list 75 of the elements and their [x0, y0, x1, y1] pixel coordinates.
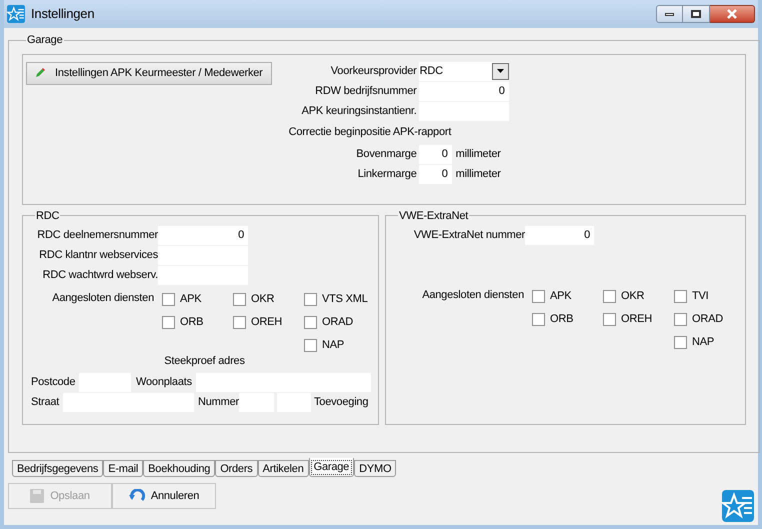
checkbox-label: OREH	[251, 315, 282, 330]
tab[interactable]: Orders	[215, 460, 258, 477]
checkbox[interactable]	[603, 313, 616, 326]
tab[interactable]: E-mail	[103, 460, 144, 477]
field-label: VWE-ExtraNet nummer	[412, 228, 525, 244]
checkbox[interactable]	[532, 290, 545, 303]
input-field[interactable]: 0	[418, 82, 509, 100]
tab[interactable]: Garage	[308, 458, 354, 477]
group-title: VWE-ExtraNet	[398, 208, 470, 224]
field-label: APK keuringsinstantienr.	[300, 104, 417, 119]
checkbox[interactable]	[162, 316, 175, 329]
checkbox-label: ORAD	[322, 315, 353, 330]
field-label: Toevoeging	[314, 394, 368, 410]
field-label: Nummer	[198, 394, 239, 410]
input-field[interactable]: 0	[158, 226, 248, 245]
checkbox-label: ORAD	[692, 312, 723, 328]
checkbox[interactable]	[674, 313, 687, 326]
section-heading: Correctie beginpositie APK-rapport	[288, 125, 452, 140]
input-field[interactable]: 0	[418, 164, 452, 184]
unit-label: millimeter	[456, 146, 501, 162]
checkbox[interactable]	[233, 316, 246, 329]
field-label: RDC deelnemersnummer	[36, 228, 158, 244]
field-label: Linkermarge	[356, 166, 417, 182]
section-heading: Steekproef adres	[163, 354, 246, 369]
services-label: Aangesloten diensten	[51, 291, 155, 306]
field-label: Straat	[31, 394, 60, 410]
field-label: Postcode	[31, 374, 76, 390]
field-label: Voorkeursprovider	[330, 64, 417, 79]
checkbox[interactable]	[532, 313, 545, 326]
pencil-icon	[35, 68, 45, 78]
checkbox-label: NAP	[692, 335, 714, 350]
cancel-button[interactable]: Annuleren	[112, 483, 216, 509]
checkbox[interactable]	[162, 293, 175, 306]
checkbox[interactable]	[603, 290, 616, 303]
undo-arrow-icon	[128, 489, 145, 503]
field-label: RDW bedrijfsnummer	[314, 84, 417, 99]
tab[interactable]: Boekhouding	[143, 460, 216, 477]
checkbox-label: VTS XML	[322, 292, 368, 308]
checkbox[interactable]	[674, 336, 687, 349]
checkbox-label: OREH	[621, 312, 652, 328]
checkbox-label: ORB	[550, 312, 574, 328]
close-button[interactable]	[710, 5, 755, 23]
checkbox[interactable]	[304, 316, 317, 329]
window-title: Instellingen	[31, 5, 94, 24]
apk-settings-button[interactable]: Instellingen APK Keurmeester / Medewerker	[26, 62, 272, 84]
star-logo-icon	[722, 490, 754, 522]
checkbox-label: OKR	[621, 289, 644, 304]
input-field[interactable]: 0	[418, 144, 452, 164]
field-label: Bovenmarge	[355, 146, 417, 162]
checkbox-label: ORB	[180, 315, 204, 330]
close-icon	[726, 9, 738, 19]
checkbox-label: NAP	[322, 338, 344, 354]
checkbox-label: OKR	[251, 292, 274, 308]
services-label: Aangesloten diensten	[421, 288, 525, 303]
input-field[interactable]: 0	[525, 226, 594, 245]
maximize-button[interactable]	[683, 5, 710, 23]
checkbox[interactable]	[304, 339, 317, 352]
checkbox[interactable]	[304, 293, 317, 306]
checkbox-label: TVI	[692, 289, 709, 304]
minimize-button[interactable]	[656, 5, 683, 23]
checkbox[interactable]	[233, 293, 246, 306]
checkbox-label: APK	[180, 292, 202, 308]
field-label: RDC klantnr webservices	[38, 248, 158, 264]
tab[interactable]: DYMO	[354, 460, 396, 477]
group-title: Garage	[26, 33, 64, 48]
tab[interactable]: Bedrijfsgegevens	[12, 460, 104, 477]
group-title: RDC	[35, 208, 60, 224]
checkbox-label: APK	[550, 289, 572, 304]
unit-label: millimeter	[456, 166, 501, 182]
checkbox[interactable]	[674, 290, 687, 303]
tab[interactable]: Artikelen	[258, 460, 309, 477]
star-logo-icon	[7, 5, 25, 23]
provider-dropdown[interactable]: RDC	[418, 62, 509, 80]
field-label: Woonplaats	[136, 374, 193, 390]
field-label: RDC wachtwrd webserv.	[42, 268, 158, 284]
